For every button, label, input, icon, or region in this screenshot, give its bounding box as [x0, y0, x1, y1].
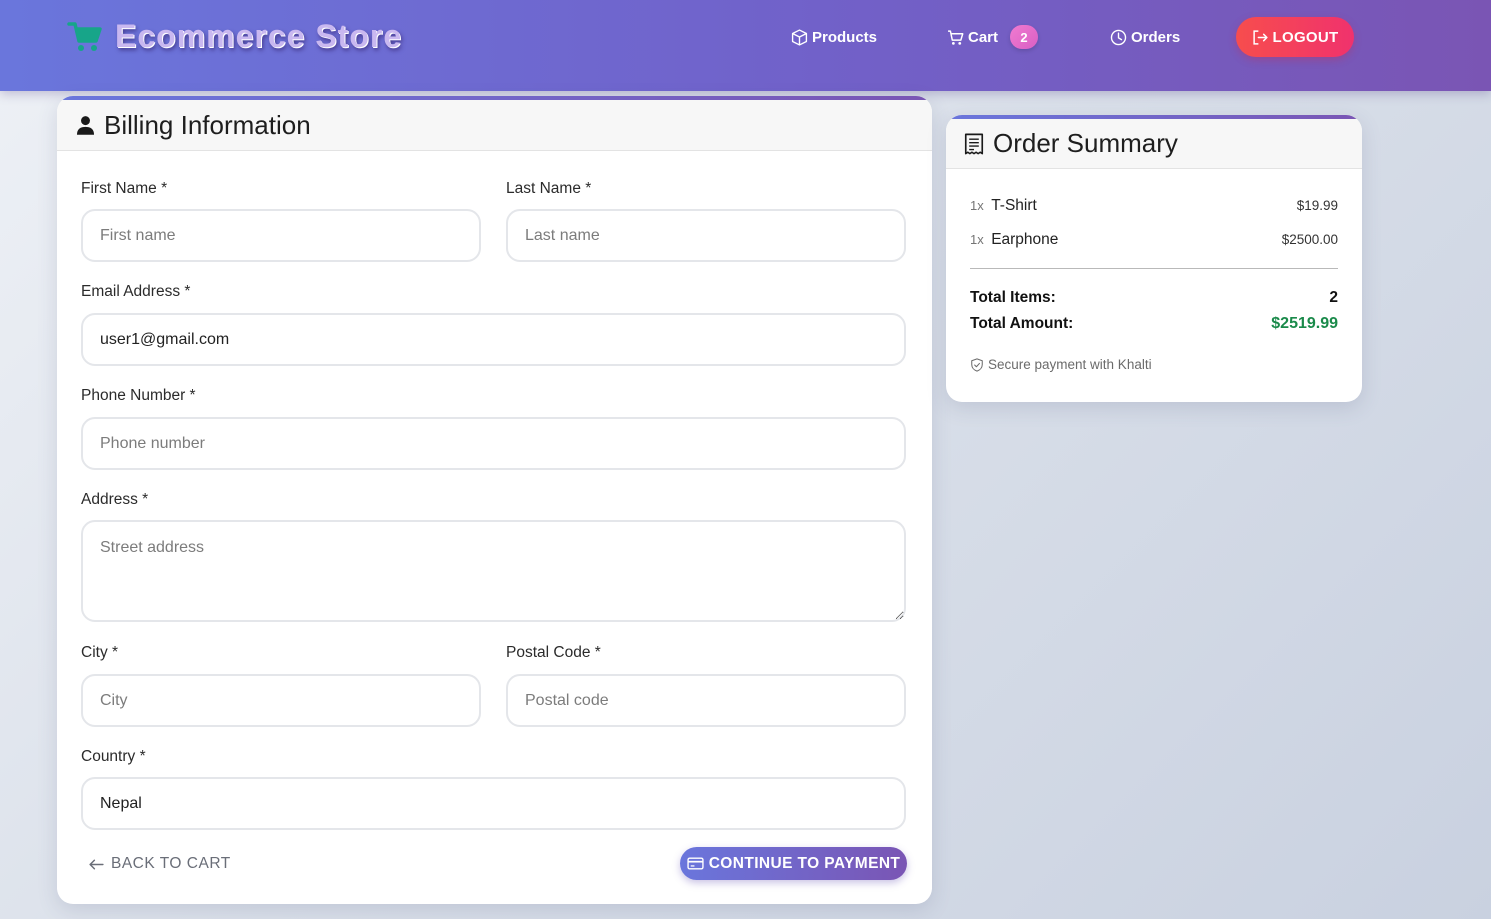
billing-title: Billing Information [104, 109, 311, 140]
last-name-label: Last Name * [506, 180, 592, 197]
back-to-cart-button[interactable]: BACK TO CART [88, 850, 231, 878]
nav-orders-label: Orders [1131, 28, 1181, 46]
total-items-label: Total Items: [970, 289, 1056, 306]
shield-icon [971, 357, 983, 372]
box-icon [791, 28, 808, 46]
summary-title: Order Summary [993, 128, 1178, 158]
cart-icon [948, 29, 964, 45]
first-name-input[interactable] [81, 209, 481, 262]
summary-divider [970, 268, 1338, 269]
email-label: Email Address * [81, 283, 191, 300]
summary-header: Order Summary [946, 115, 1362, 169]
country-input[interactable] [81, 777, 906, 830]
total-amount-label: Total Amount: [970, 315, 1074, 332]
summary-item-desc: 1x T-Shirt [970, 197, 1037, 215]
cart-count-badge: 2 [1010, 25, 1039, 49]
postal-code-label: Postal Code * [506, 644, 601, 661]
address-textarea[interactable] [81, 520, 906, 622]
secure-payment-note: Secure payment with Khalti [970, 357, 1152, 372]
city-label: City * [81, 644, 119, 661]
logout-icon [1252, 29, 1268, 45]
continue-to-payment-label: CONTINUE TO PAYMENT [708, 854, 901, 872]
nav-cart[interactable]: Cart 2 [947, 17, 1039, 57]
summary-item-desc: 1x Earphone [970, 231, 1058, 249]
item-name: Earphone [991, 231, 1059, 248]
last-name-input[interactable] [506, 209, 906, 262]
item-name: T-Shirt [991, 197, 1037, 214]
item-qty: 1x [970, 232, 984, 247]
summary-item-row: 1x Earphone $2500.00 [970, 231, 1338, 249]
billing-header: Billing Information [57, 96, 932, 151]
back-to-cart-label: BACK TO CART [111, 855, 231, 872]
nav-products-label: Products [812, 28, 878, 46]
arrow-left-icon [89, 859, 104, 869]
item-price: $2500.00 [1281, 232, 1338, 247]
person-icon [76, 115, 95, 135]
receipt-icon [964, 133, 984, 154]
continue-to-payment-button[interactable]: CONTINUE TO PAYMENT [680, 847, 907, 880]
top-navbar: Ecommerce Store Products Cart 2 Orders L… [0, 0, 1491, 91]
country-label: Country * [81, 748, 146, 765]
total-amount-row: Total Amount: $2519.99 [970, 315, 1338, 333]
total-amount-value: $2519.99 [1271, 315, 1338, 332]
total-items-row: Total Items: 2 [970, 289, 1338, 307]
phone-label: Phone Number * [81, 387, 196, 404]
logout-label: LOGOUT [1272, 28, 1339, 46]
email-input[interactable] [81, 313, 906, 366]
credit-card-icon [687, 857, 704, 870]
phone-input[interactable] [81, 417, 906, 470]
item-qty: 1x [970, 198, 984, 213]
item-price: $19.99 [1296, 198, 1338, 213]
postal-code-input[interactable] [506, 674, 906, 727]
nav-products[interactable]: Products [791, 17, 877, 57]
total-items-value: 2 [1329, 289, 1338, 306]
secure-payment-text: Secure payment with Khalti [988, 357, 1152, 372]
city-input[interactable] [81, 674, 481, 727]
address-label: Address * [81, 491, 149, 508]
nav-orders[interactable]: Orders [1110, 17, 1180, 57]
logout-button[interactable]: LOGOUT [1236, 17, 1354, 57]
first-name-label: First Name * [81, 180, 168, 197]
clock-icon [1110, 29, 1127, 45]
nav-cart-label: Cart [968, 28, 999, 46]
main-nav: Products Cart 2 Orders LOGOUT [0, 17, 1491, 57]
summary-item-row: 1x T-Shirt $19.99 [970, 197, 1338, 215]
